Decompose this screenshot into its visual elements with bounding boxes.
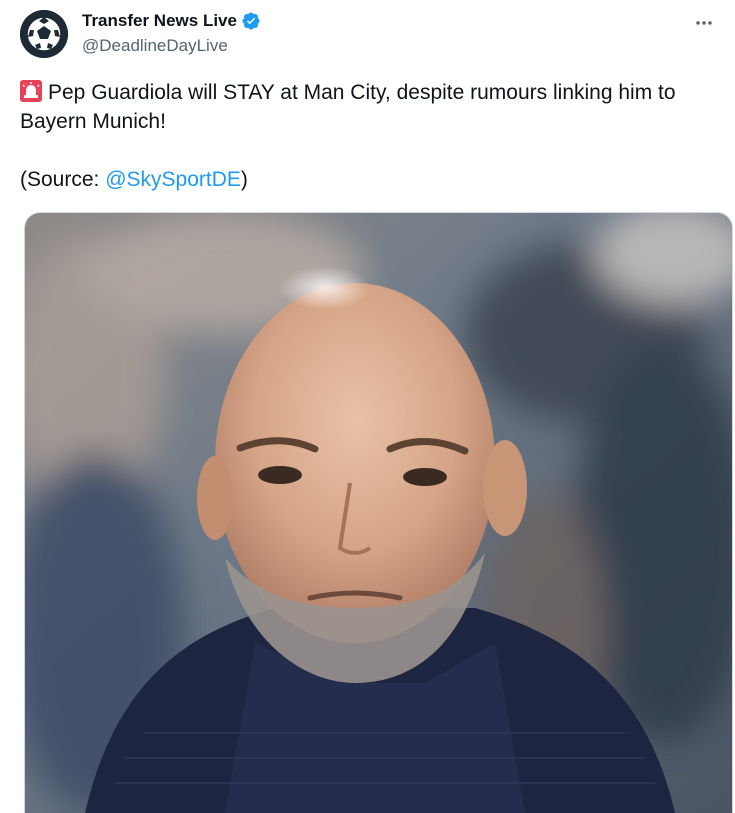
author-avatar[interactable] bbox=[20, 10, 68, 58]
more-options-button[interactable] bbox=[689, 8, 719, 38]
source-prefix: (Source: bbox=[20, 168, 106, 191]
author-name-row: Transfer News Live bbox=[82, 11, 261, 31]
soccer-ball-icon bbox=[20, 10, 68, 58]
verified-badge-icon[interactable] bbox=[241, 11, 261, 31]
source-suffix: ) bbox=[240, 168, 248, 191]
tweet-source-line: (Source: @SkySportDE) bbox=[20, 165, 720, 194]
tweet-text-line1: Pep Guardiola will STAY at Man City, des… bbox=[48, 81, 676, 104]
source-mention-link[interactable]: @SkySportDE bbox=[105, 168, 241, 191]
more-horizontal-icon bbox=[696, 21, 712, 25]
author-handle[interactable]: @DeadlineDayLive bbox=[82, 36, 228, 56]
siren-icon bbox=[20, 80, 42, 102]
tweet-line-1: Pep Guardiola will STAY at Man City, des… bbox=[20, 78, 720, 107]
tweet-text-line2: Bayern Munich! bbox=[20, 110, 166, 133]
tweet-photo[interactable] bbox=[24, 212, 733, 813]
portrait-photo bbox=[25, 213, 732, 813]
tweet-text: Pep Guardiola will STAY at Man City, des… bbox=[20, 78, 720, 194]
author-display-name[interactable]: Transfer News Live bbox=[82, 11, 237, 31]
